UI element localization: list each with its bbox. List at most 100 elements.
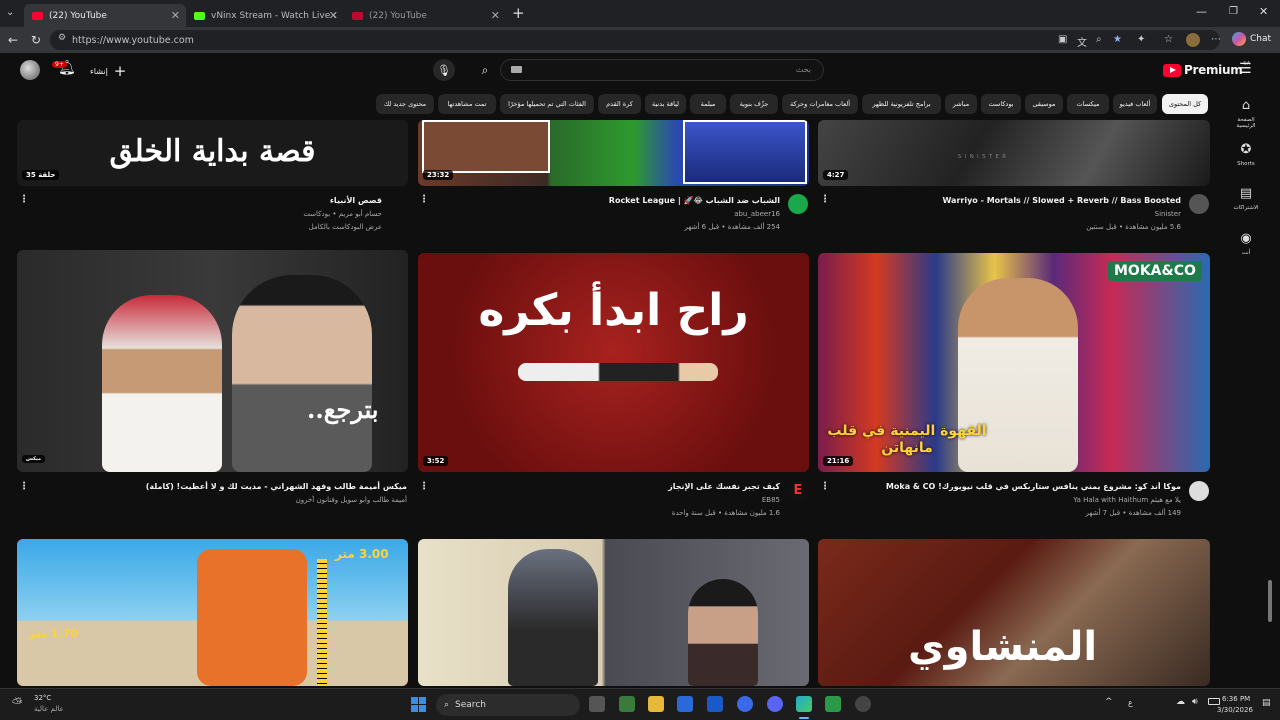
youtube-premium-logo[interactable]: Premium SA [1163, 61, 1250, 77]
tab-youtube-2[interactable]: (22) YouTube ✕ [344, 4, 506, 27]
keyboard-icon[interactable] [511, 66, 522, 73]
more-options-icon[interactable]: ⋮ [820, 194, 830, 205]
tab-list-chevron-icon[interactable]: ⌄ [6, 7, 14, 18]
channel-name[interactable]: Sinister [1155, 210, 1181, 218]
translate-icon[interactable]: 文 [1077, 34, 1087, 49]
chip[interactable]: برامج تلفزيونية للظهر [862, 94, 941, 114]
clock-time[interactable]: 6:36 PM [1222, 695, 1250, 703]
show-hidden-icons[interactable]: ^ [1105, 697, 1113, 707]
video-thumbnail[interactable]: MOKA&CO القهوة اليمنية في قلب مانهاتن 21… [818, 253, 1210, 472]
edge-icon[interactable] [796, 696, 812, 712]
minimize-button[interactable]: — [1196, 5, 1207, 18]
video-title[interactable]: الشباب ضد الشباب 😂🚀 | Rocket League [609, 196, 780, 205]
video-thumbnail[interactable]: 23:32 [418, 120, 809, 186]
back-icon[interactable]: ← [8, 33, 18, 47]
account-avatar[interactable] [20, 60, 40, 80]
close-tab-icon[interactable]: ✕ [491, 9, 500, 22]
video-title[interactable]: كيف تجبر نفسك على الإنجاز [668, 482, 780, 491]
zoom-icon[interactable]: ⌕ [1096, 34, 1102, 45]
chip[interactable]: بودكاست [981, 94, 1021, 114]
network-icon[interactable]: ☁ [1176, 697, 1185, 707]
page-scrollbar[interactable] [1268, 580, 1272, 622]
video-title[interactable]: موكا أند كو: مشروع يمني ينافس ستاربكس في… [886, 482, 1181, 491]
chip[interactable]: كرة القدم [598, 94, 641, 114]
voice-search-button[interactable]: 🎙︎ [433, 59, 455, 81]
weather-icon[interactable]: ⛅︎ [12, 696, 22, 711]
chip[interactable]: ألعاب مغامرات وحركة [782, 94, 858, 114]
search-input[interactable]: بحث [500, 59, 824, 81]
volume-icon[interactable]: 🔊︎ [1192, 697, 1198, 707]
mix-thumbnail[interactable]: بترجع.. ميكس [17, 250, 408, 472]
app-icon[interactable] [619, 696, 635, 712]
favorites-icon[interactable]: ☆ [1164, 34, 1173, 45]
extensions-icon[interactable]: ▣ [1058, 34, 1067, 45]
puzzle-icon[interactable]: ✦ [1137, 34, 1145, 45]
guide-shorts[interactable]: ✪ Shorts [1228, 142, 1264, 167]
menu-dots-icon[interactable]: ⋯ [1211, 34, 1221, 45]
chip[interactable]: لياقة بدنية [645, 94, 686, 114]
video-thumbnail[interactable]: راح ابدأ بكره 3:52 [418, 253, 809, 472]
discord-icon[interactable] [767, 696, 783, 712]
guide-home[interactable]: ⌂ الصفحة الرئيسية [1228, 98, 1264, 129]
chip[interactable]: تمت مشاهدتها [438, 94, 496, 114]
channel-name[interactable]: أميمة طالب وابو سويل وفنانون آخرون [296, 496, 407, 504]
more-options-icon[interactable]: ⋮ [19, 481, 29, 492]
chip[interactable]: الفئات التي تم تحميلها مؤخرًا [500, 94, 594, 114]
chip[interactable]: موسيقى [1025, 94, 1063, 114]
chip[interactable]: كل المحتوى [1162, 94, 1208, 114]
profile-icon[interactable] [1186, 33, 1200, 47]
channel-avatar[interactable] [1189, 481, 1209, 501]
outlook-icon[interactable] [707, 696, 723, 712]
tab-kick[interactable]: vNinx Stream - Watch Live on Kick ✕ [186, 4, 344, 27]
search-button[interactable]: ⌕ [472, 59, 498, 81]
video-thumbnail[interactable]: S I N I S T E R 4:27 [818, 120, 1210, 186]
channel-name[interactable]: EB85 [762, 496, 780, 504]
channel-name[interactable]: حسام أبو مريم • بودكاست [303, 210, 382, 218]
site-info-icon[interactable]: ⚙ [58, 33, 66, 43]
address-bar[interactable]: ⚙ https://www.youtube.com [50, 30, 1220, 50]
start-button[interactable] [411, 697, 426, 712]
reload-icon[interactable]: ↻ [31, 33, 41, 47]
channel-name[interactable]: يلا مع هيثم Ya Hala with Haithum [1073, 496, 1181, 504]
maximize-button[interactable]: ❐ [1229, 6, 1238, 17]
bookmark-star-icon[interactable]: ★ [1113, 34, 1122, 45]
clock-date[interactable]: 3/30/2026 [1217, 706, 1253, 714]
tab-youtube-active[interactable]: (22) YouTube ✕ [24, 4, 186, 27]
channel-avatar[interactable]: E [788, 481, 808, 501]
channel-avatar[interactable] [1189, 194, 1209, 214]
video-thumbnail[interactable]: المنشاوي [818, 539, 1210, 686]
taskbar-search-box[interactable]: ⌕ Search [436, 694, 580, 716]
new-tab-button[interactable]: + [512, 4, 525, 22]
input-language[interactable]: ع [1128, 698, 1133, 707]
podcast-thumbnail[interactable]: قصة بداية الخلق 35 حلقة [17, 120, 408, 186]
app-icon[interactable] [855, 696, 871, 712]
more-options-icon[interactable]: ⋮ [19, 194, 29, 205]
chip[interactable]: مبلمة [690, 94, 726, 114]
notification-center-icon[interactable]: ▤ [1262, 698, 1271, 708]
close-tab-icon[interactable]: ✕ [171, 9, 180, 22]
chat-button[interactable]: Chat [1232, 32, 1271, 46]
chip[interactable]: ميكسات [1067, 94, 1109, 114]
task-view-icon[interactable] [589, 696, 605, 712]
chip[interactable]: مباشر [945, 94, 977, 114]
file-explorer-icon[interactable] [648, 696, 664, 712]
podcast-link[interactable]: عرض البودكاست بالكامل [309, 223, 382, 231]
more-options-icon[interactable]: ⋮ [419, 481, 429, 492]
app-icon[interactable] [737, 696, 753, 712]
store-icon[interactable] [677, 696, 693, 712]
hamburger-menu-icon[interactable]: ☰ [1239, 61, 1252, 77]
guide-subscriptions[interactable]: ▤ الاشتراكات [1228, 186, 1264, 211]
chip[interactable]: محتوى جديد لك [376, 94, 434, 114]
more-options-icon[interactable]: ⋮ [419, 194, 429, 205]
channel-avatar[interactable] [788, 194, 808, 214]
app-icon[interactable] [825, 696, 841, 712]
chip[interactable]: ألعاب فيديو [1113, 94, 1157, 114]
battery-icon[interactable] [1208, 698, 1220, 705]
more-options-icon[interactable]: ⋮ [820, 481, 830, 492]
channel-name[interactable]: abu_abeer16 [734, 210, 780, 218]
video-title[interactable]: قصص الأنبياء [330, 196, 382, 205]
video-thumbnail[interactable]: 3.00 متر 1.70 متر [17, 539, 408, 686]
chip[interactable]: جزّف بنوية [730, 94, 778, 114]
guide-you[interactable]: ◉ أنت [1228, 231, 1264, 256]
video-title[interactable]: ميكس أميمة طالب وفهد الشهراني - مديت لك … [146, 482, 407, 491]
